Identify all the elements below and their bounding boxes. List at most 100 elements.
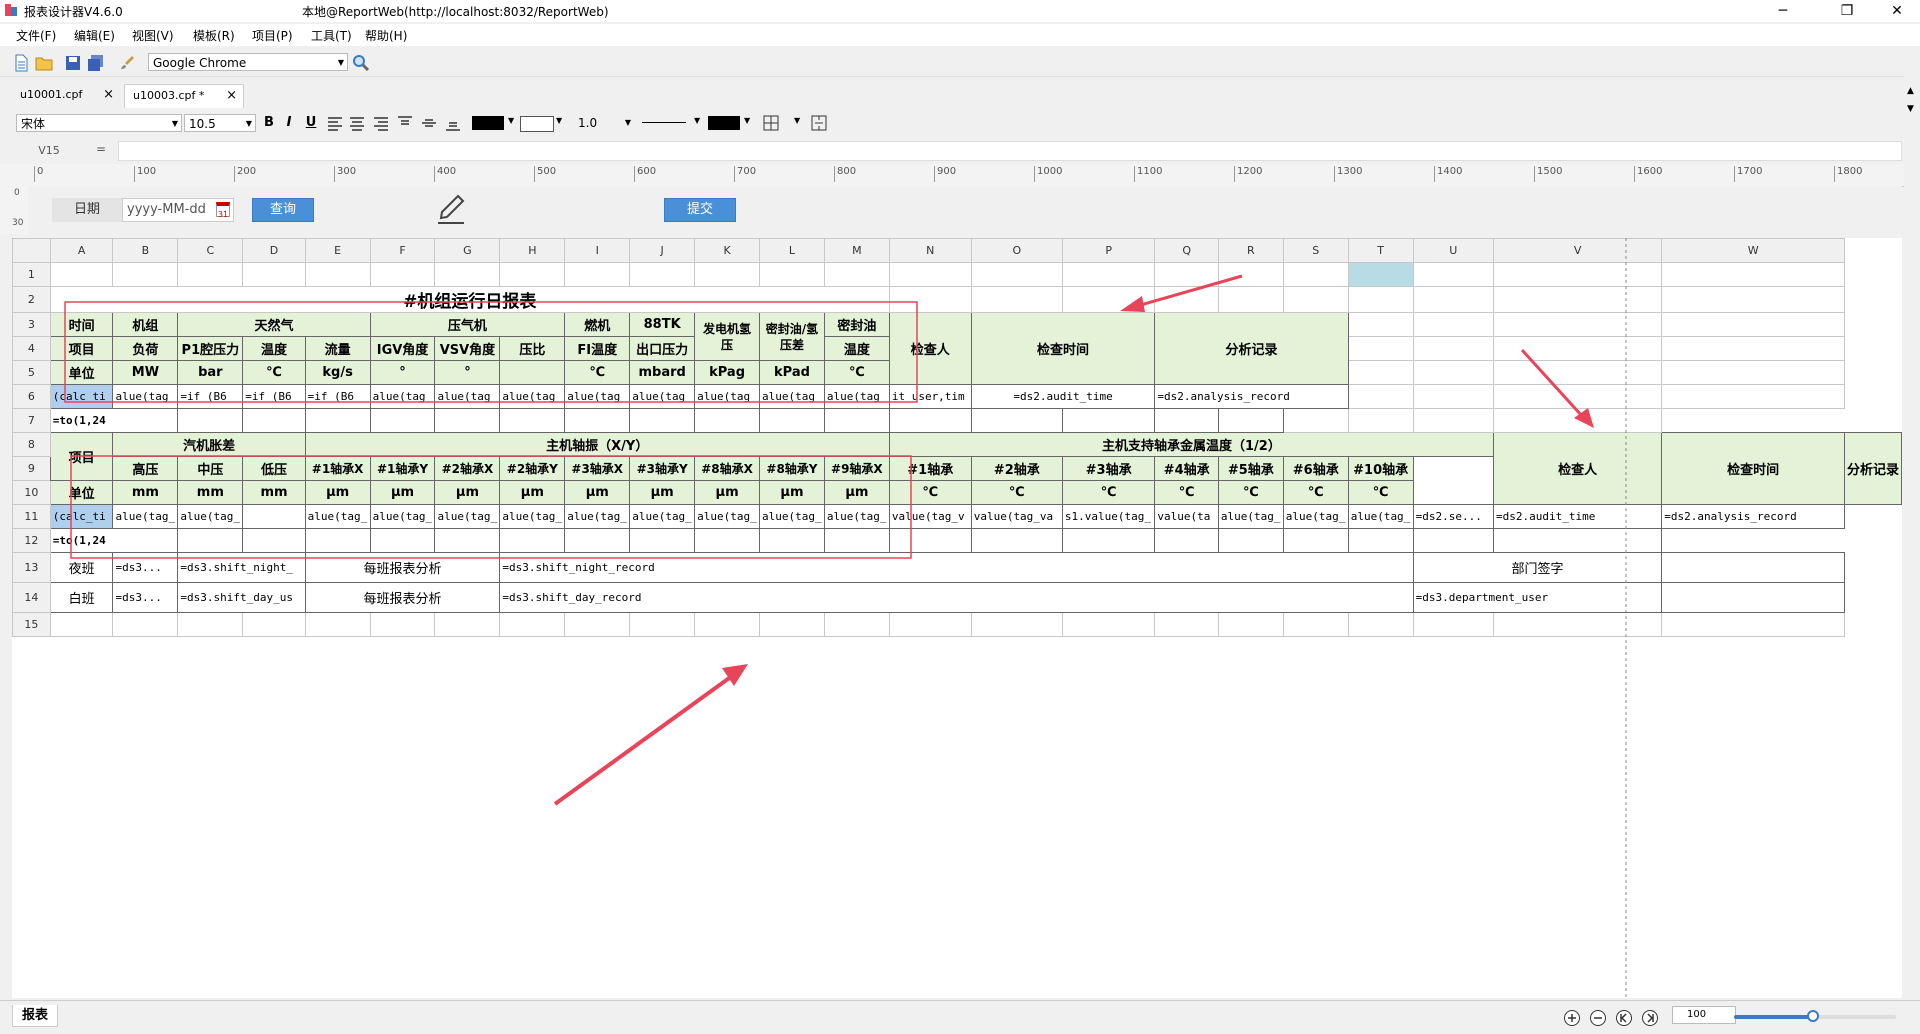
cell-k9[interactable]: #8轴承X: [694, 456, 761, 481]
cell-o11[interactable]: value(tag_va: [970, 504, 1063, 529]
menu-help[interactable]: 帮助(H): [365, 27, 407, 44]
tab-u10001[interactable]: u10001.cpf ×: [12, 84, 120, 108]
cell-e10[interactable]: μm: [304, 480, 371, 505]
cell-i3[interactable]: 燃机: [564, 312, 631, 337]
cell-j6[interactable]: alue(tag_: [629, 384, 696, 409]
cell-q3[interactable]: 分析记录: [1154, 312, 1349, 385]
cell-v8[interactable]: 检查时间: [1661, 432, 1845, 505]
save-icon[interactable]: [64, 54, 82, 72]
cell-d11[interactable]: [242, 504, 306, 529]
pencil-icon[interactable]: [434, 192, 468, 226]
cell-l9[interactable]: #8轴承Y: [759, 456, 825, 481]
cell-c14[interactable]: =ds3.shift_day_us: [177, 582, 306, 613]
cell-b11[interactable]: alue(tag_: [112, 504, 179, 529]
col-header[interactable]: R: [1217, 238, 1284, 263]
cell-k11[interactable]: alue(tag_: [694, 504, 761, 529]
chevron-down-icon[interactable]: ▼: [556, 116, 562, 125]
cell-a5[interactable]: 单位: [49, 360, 114, 385]
cell-c3[interactable]: 天然气: [177, 312, 371, 337]
cell-h10[interactable]: μm: [499, 480, 566, 505]
cell-o10[interactable]: ℃: [970, 480, 1063, 505]
align-left-icon[interactable]: [326, 114, 344, 132]
cell-c6[interactable]: =if (B6: [177, 384, 244, 409]
cell-h6[interactable]: alue(tag_: [499, 384, 566, 409]
cell-g6[interactable]: alue(tag_: [434, 384, 501, 409]
cell-a11[interactable]: (calc_ti: [49, 504, 114, 529]
cell-m6[interactable]: alue(tag_: [823, 384, 890, 409]
cell-e4[interactable]: 流量: [304, 336, 371, 361]
cell-k6[interactable]: alue(tag_: [694, 384, 761, 409]
cell-f9[interactable]: #1轴承Y: [369, 456, 436, 481]
font-size-select[interactable]: 10.5 ▼: [184, 114, 256, 132]
cell-q10[interactable]: ℃: [1154, 480, 1219, 505]
cell-o6[interactable]: =ds2.audit_time: [970, 384, 1156, 409]
row-header[interactable]: 14: [12, 582, 51, 613]
cell-i6[interactable]: alue(tag_: [564, 384, 631, 409]
cell-i10[interactable]: μm: [564, 480, 631, 505]
row-header[interactable]: 15: [12, 612, 51, 637]
cell-n9[interactable]: #1轴承: [888, 456, 972, 481]
cell-p9[interactable]: #3轴承: [1061, 456, 1156, 481]
cell-m9[interactable]: #9轴承X: [823, 456, 890, 481]
chevron-down-icon[interactable]: ▼: [794, 116, 800, 125]
col-header[interactable]: G: [434, 238, 501, 263]
col-header[interactable]: C: [177, 238, 244, 263]
line-width-select[interactable]: 1.0 ▼: [574, 114, 634, 132]
cell-b4[interactable]: 负荷: [112, 336, 179, 361]
cell-j3[interactable]: 88TK: [629, 312, 696, 337]
cell-r10[interactable]: ℃: [1217, 480, 1284, 505]
merge-cells-icon[interactable]: [810, 114, 828, 132]
last-page-icon[interactable]: [1641, 1009, 1659, 1027]
col-header[interactable]: T: [1347, 238, 1414, 263]
cell-f5[interactable]: °: [369, 360, 436, 385]
cell-c11[interactable]: alue(tag_: [177, 504, 244, 529]
cell-u13[interactable]: 部门签字: [1412, 552, 1663, 583]
row-header[interactable]: 4: [12, 336, 51, 361]
cell-g5[interactable]: °: [434, 360, 501, 385]
cell-f6[interactable]: alue(tag_: [369, 384, 436, 409]
cell-e9[interactable]: #1轴承X: [304, 456, 371, 481]
col-header[interactable]: W: [1661, 238, 1845, 263]
cell-h13[interactable]: =ds3.shift_night_record: [499, 552, 1414, 583]
zoom-in-icon[interactable]: [1563, 1009, 1581, 1027]
cell-c13[interactable]: =ds3.shift_night_: [177, 552, 306, 583]
cell-h4[interactable]: 压比: [499, 336, 566, 361]
cell-f10[interactable]: μm: [369, 480, 436, 505]
cell-b8[interactable]: 汽机胀差: [112, 432, 306, 457]
cell-a6[interactable]: (calc_ti: [49, 384, 114, 409]
cell-k5[interactable]: kPag: [694, 360, 761, 385]
cell-a8[interactable]: 项目: [49, 432, 114, 481]
cell-c4[interactable]: P1腔压力: [177, 336, 244, 361]
cell-b5[interactable]: MW: [112, 360, 179, 385]
cell-e11[interactable]: alue(tag_: [304, 504, 371, 529]
cell-c9[interactable]: 中压: [177, 456, 244, 481]
col-header[interactable]: S: [1282, 238, 1349, 263]
cell-t10[interactable]: ℃: [1347, 480, 1414, 505]
col-header[interactable]: U: [1412, 238, 1495, 263]
scroll-down-icon[interactable]: ▼: [1907, 104, 1914, 114]
cell-m4[interactable]: 温度: [823, 336, 890, 361]
save-all-icon[interactable]: [87, 54, 105, 72]
cell-a13[interactable]: 夜班: [49, 552, 114, 583]
col-header[interactable]: I: [564, 238, 631, 263]
cell-r9[interactable]: #5轴承: [1217, 456, 1284, 481]
first-page-icon[interactable]: [1615, 1009, 1633, 1027]
cell-q6[interactable]: =ds2.analysis_record: [1154, 384, 1349, 409]
cell-l3[interactable]: 密封油/氢压差: [759, 312, 825, 361]
cell-b13[interactable]: =ds3...: [112, 552, 179, 583]
cell-a10[interactable]: 单位: [49, 480, 114, 505]
cell-n11[interactable]: value(tag_v: [888, 504, 972, 529]
cell-q11[interactable]: value(ta: [1154, 504, 1219, 529]
col-header[interactable]: B: [112, 238, 179, 263]
col-header[interactable]: Q: [1154, 238, 1219, 263]
cell-n6[interactable]: it_user,tim: [888, 384, 972, 409]
zoom-slider-handle[interactable]: [1807, 1010, 1819, 1022]
cell-k10[interactable]: μm: [694, 480, 761, 505]
col-header[interactable]: K: [694, 238, 761, 263]
report-grid[interactable]: A B C D E F G H I J K L M N O P Q R S T …: [12, 238, 1903, 998]
row-header[interactable]: 6: [12, 384, 51, 409]
cell-g11[interactable]: alue(tag_: [434, 504, 501, 529]
cell-m10[interactable]: μm: [823, 480, 890, 505]
bold-button[interactable]: B: [260, 114, 278, 132]
preview-search-icon[interactable]: [352, 54, 370, 72]
